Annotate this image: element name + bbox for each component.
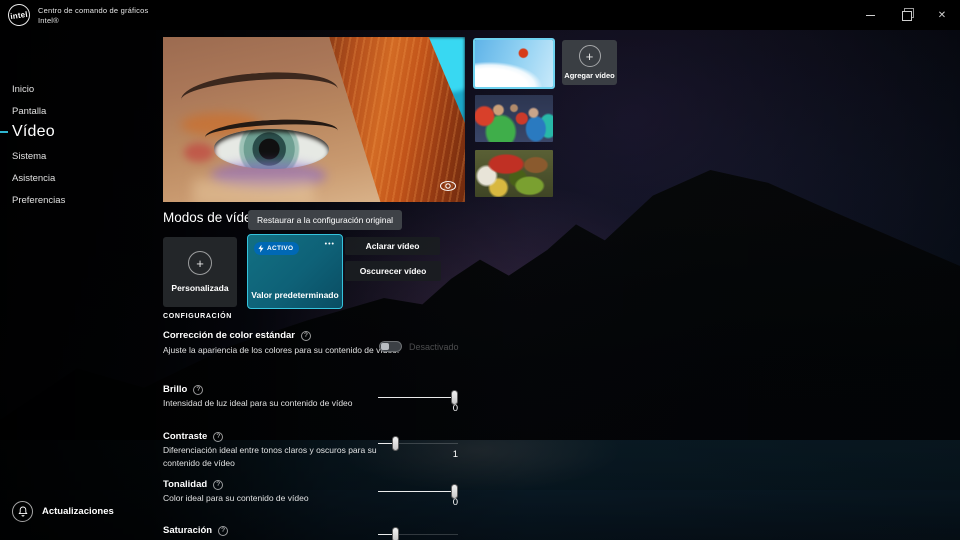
slider-fill bbox=[378, 534, 393, 535]
video-thumbnail-snowboard[interactable] bbox=[473, 38, 555, 89]
brightness-description: Intensidad de luz ideal para su contenid… bbox=[163, 398, 353, 408]
color-correction-title: Corrección de color estándar ? bbox=[163, 330, 311, 341]
help-icon[interactable]: ? bbox=[213, 431, 224, 442]
mode-button-oscurecer-video[interactable]: Oscurecer vídeo bbox=[345, 261, 441, 281]
brightness-label: Brillo ? bbox=[163, 384, 204, 395]
restore-button[interactable] bbox=[888, 0, 924, 30]
hue-label: Tonalidad ? bbox=[163, 479, 224, 490]
restore-settings-button[interactable]: Restaurar a la configuración original bbox=[248, 210, 403, 230]
plus-icon: + bbox=[188, 251, 212, 275]
restore-icon bbox=[902, 8, 914, 21]
video-thumbnail-market[interactable] bbox=[475, 150, 553, 197]
more-options-icon[interactable]: ••• bbox=[325, 241, 335, 248]
app-title-line2: Intel® bbox=[38, 15, 59, 25]
lightning-icon bbox=[258, 244, 264, 253]
titlebar: intel Centro de comando de gráficos Inte… bbox=[0, 0, 960, 30]
configuration-heading: CONFIGURACIÓN bbox=[163, 313, 232, 320]
add-video-label: Agregar vídeo bbox=[564, 71, 615, 80]
app-title: Centro de comando de gráficos Intel® bbox=[38, 6, 148, 25]
plus-icon: + bbox=[578, 45, 601, 67]
hue-description: Color ideal para su contenido de vídeo bbox=[163, 493, 309, 503]
slider-fill bbox=[378, 443, 393, 444]
sidebar-item-sistema[interactable]: Sistema bbox=[12, 151, 46, 162]
hue-value: 0 bbox=[452, 497, 458, 508]
color-correction-title-text: Corrección de color estándar bbox=[163, 330, 295, 341]
color-correction-toggle[interactable] bbox=[379, 341, 402, 352]
close-button[interactable]: ✕ bbox=[924, 0, 960, 30]
color-correction-state: Desactivado bbox=[409, 342, 459, 352]
sidebar-item-pantalla[interactable]: Pantalla bbox=[12, 106, 46, 117]
active-nav-indicator bbox=[0, 131, 8, 133]
saturation-label-text: Saturación bbox=[163, 525, 213, 536]
preview-cheek-highlight-layer bbox=[193, 178, 314, 202]
mode-card-label: Valor predeterminado bbox=[251, 290, 339, 300]
updates-button[interactable]: Actualizaciones bbox=[12, 501, 114, 522]
active-badge-label: ACTIVO bbox=[267, 245, 294, 252]
brightness-label-text: Brillo bbox=[163, 384, 188, 395]
add-video-button[interactable]: + Agregar vídeo bbox=[562, 40, 617, 85]
sidebar-item-video[interactable]: Vídeo bbox=[12, 123, 55, 141]
contrast-label-text: Contraste bbox=[163, 431, 208, 442]
brightness-value: 0 bbox=[452, 403, 458, 414]
minimize-button[interactable] bbox=[852, 0, 888, 30]
window-controls: ✕ bbox=[852, 0, 960, 30]
mode-button-aclarar-video[interactable]: Aclarar vídeo bbox=[345, 237, 440, 255]
updates-label: Actualizaciones bbox=[42, 506, 114, 517]
contrast-label: Contraste ? bbox=[163, 431, 224, 442]
mode-card-label: Personalizada bbox=[171, 283, 229, 293]
sidebar-item-inicio[interactable]: Inicio bbox=[12, 84, 34, 95]
video-preview bbox=[163, 37, 465, 202]
sidebar-item-preferencias[interactable]: Preferencias bbox=[12, 195, 65, 206]
saturation-slider[interactable] bbox=[378, 527, 458, 540]
thumbnail-image-people bbox=[475, 95, 553, 142]
sidebar-item-asistencia[interactable]: Asistencia bbox=[12, 173, 55, 184]
minimize-icon bbox=[865, 14, 875, 16]
preview-visibility-icon[interactable] bbox=[439, 179, 457, 197]
help-icon[interactable]: ? bbox=[213, 479, 224, 490]
bell-icon bbox=[12, 501, 33, 522]
contrast-value: 1 bbox=[452, 449, 458, 460]
active-badge: ACTIVO bbox=[254, 242, 300, 255]
help-icon[interactable]: ? bbox=[218, 525, 229, 536]
mode-card-personalizada[interactable]: + Personalizada bbox=[163, 237, 237, 307]
saturation-label: Saturación ? bbox=[163, 525, 229, 536]
contrast-description: Diferenciación ideal entre tonos claros … bbox=[163, 445, 377, 468]
hue-label-text: Tonalidad bbox=[163, 479, 208, 490]
thumbnail-image-snowboard bbox=[475, 40, 553, 87]
toggle-knob bbox=[381, 343, 389, 350]
mode-card-valor-predeterminado[interactable]: ACTIVO ••• Valor predeterminado bbox=[247, 234, 343, 309]
video-thumbnail-people[interactable] bbox=[475, 95, 553, 142]
app-window: intel Centro de comando de gráficos Inte… bbox=[0, 0, 960, 540]
intel-logo-icon: intel bbox=[6, 2, 32, 28]
video-modes-heading: Modos de vídeo bbox=[163, 210, 260, 225]
slider-fill bbox=[378, 397, 458, 398]
thumbnail-image-market bbox=[475, 150, 553, 197]
slider-fill bbox=[378, 491, 458, 492]
slider-handle[interactable] bbox=[392, 527, 399, 540]
help-icon[interactable]: ? bbox=[193, 384, 204, 395]
help-icon[interactable]: ? bbox=[300, 330, 311, 341]
color-correction-description: Ajuste la apariencia de los colores para… bbox=[163, 345, 400, 355]
app-title-line1: Centro de comando de gráficos bbox=[38, 6, 149, 15]
